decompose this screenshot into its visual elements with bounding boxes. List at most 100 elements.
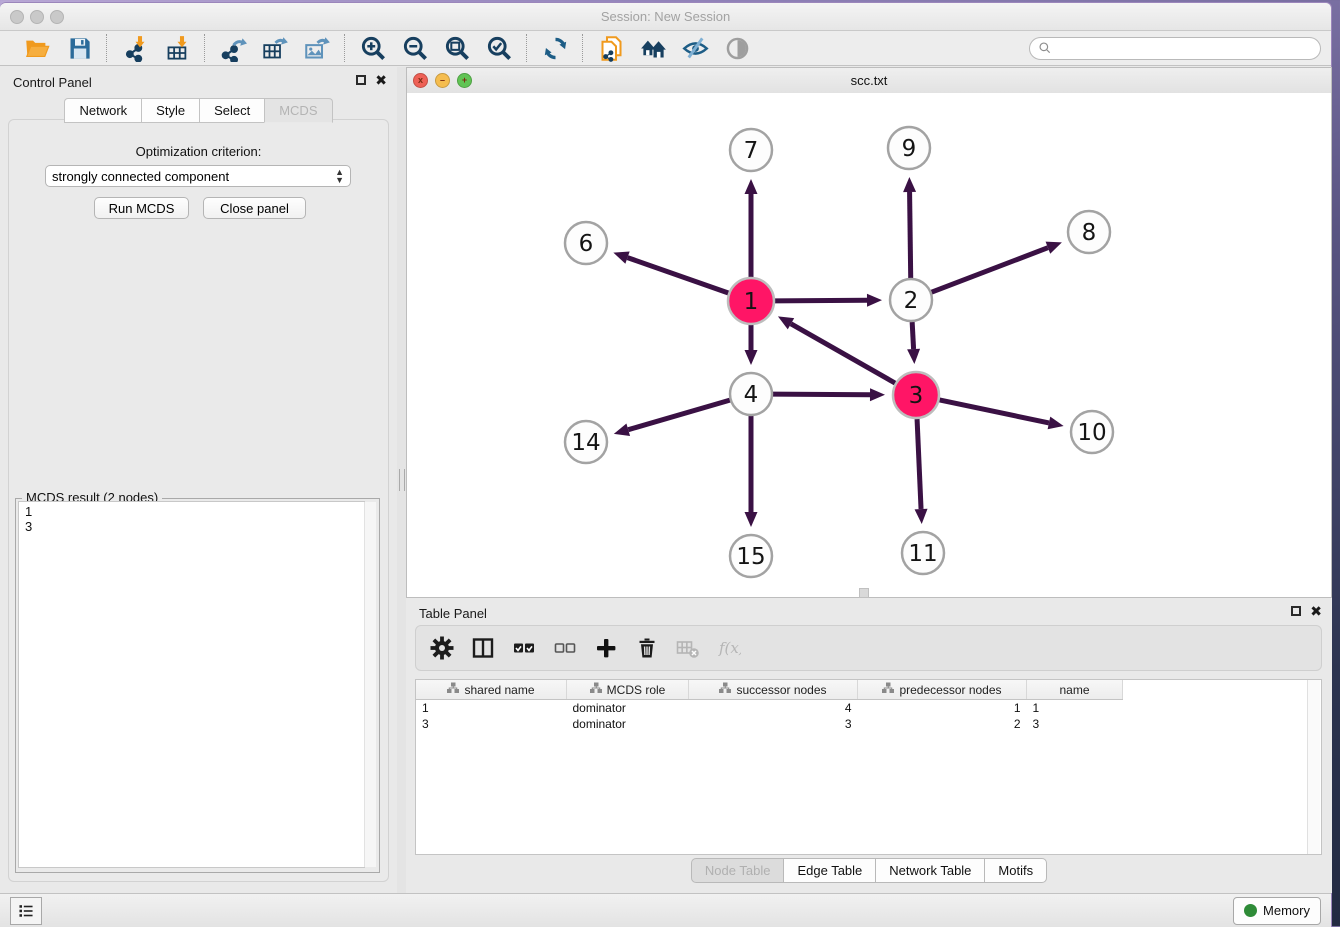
open-folder-icon[interactable] — [23, 34, 51, 62]
refresh-icon[interactable] — [541, 34, 569, 62]
mcds-panel: Optimization criterion: strongly connect… — [8, 119, 389, 882]
control-panel-tabs: NetworkStyleSelectMCDS — [0, 98, 397, 123]
trash-icon[interactable] — [635, 636, 659, 660]
tab-network[interactable]: Network — [64, 98, 141, 123]
export-image-icon[interactable] — [303, 34, 331, 62]
save-session-icon[interactable] — [65, 34, 93, 62]
graph-node-15[interactable]: 15 — [730, 535, 772, 577]
panel-splitter[interactable] — [397, 67, 406, 893]
app-window: Session: New Session Control Panel ✖ Net… — [0, 2, 1332, 927]
graph-node-3[interactable]: 3 — [893, 372, 939, 418]
graph-node-8[interactable]: 8 — [1068, 211, 1110, 253]
delete-table-icon — [676, 636, 700, 660]
table-cell[interactable]: dominator — [567, 716, 689, 732]
gear-icon[interactable] — [430, 636, 454, 660]
columns-icon[interactable] — [471, 636, 495, 660]
table-cell[interactable]: 1 — [1027, 700, 1123, 717]
svg-text:14: 14 — [571, 430, 600, 456]
table-row[interactable]: 3dominator323 — [416, 716, 1123, 732]
table-toolbar: f(x) — [415, 625, 1322, 671]
graph-node-2[interactable]: 2 — [890, 279, 932, 321]
network-titlebar: x–+ scc.txt — [407, 68, 1331, 94]
svg-text:4: 4 — [744, 382, 759, 408]
tab-node-table[interactable]: Node Table — [691, 858, 784, 883]
tab-select[interactable]: Select — [199, 98, 264, 123]
control-panel-float-icon[interactable] — [356, 75, 366, 85]
tab-mcds[interactable]: MCDS — [264, 98, 332, 123]
table-panel-close-icon[interactable]: ✖ — [1310, 606, 1322, 616]
table-tabs: Node TableEdge TableNetwork TableMotifs — [406, 858, 1332, 883]
optimization-criterion-label: Optimization criterion: — [9, 144, 388, 159]
table-cell[interactable]: 2 — [858, 716, 1027, 732]
optimization-criterion-select[interactable]: strongly connected component ▲▼ — [45, 165, 351, 187]
column-header[interactable]: MCDS role — [567, 680, 689, 700]
table-cell[interactable]: 3 — [416, 716, 567, 732]
column-header[interactable]: name — [1027, 680, 1123, 700]
table-cell[interactable]: 1 — [858, 700, 1027, 717]
svg-text:f(x): f(x) — [718, 639, 741, 657]
graph-node-7[interactable]: 7 — [730, 129, 772, 171]
graph-node-9[interactable]: 9 — [888, 127, 930, 169]
function-icon: f(x) — [717, 636, 741, 660]
svg-text:10: 10 — [1077, 420, 1106, 446]
zoom-in-icon[interactable] — [359, 34, 387, 62]
table-panel: Table Panel ✖ f(x) shared nameMCDS roles… — [406, 598, 1332, 893]
task-history-button[interactable] — [10, 897, 42, 925]
table-panel-float-icon[interactable] — [1291, 606, 1301, 616]
select-spinner-icon: ▲▼ — [335, 168, 344, 184]
tab-network-table[interactable]: Network Table — [875, 858, 984, 883]
import-table-icon[interactable] — [163, 34, 191, 62]
table-cell[interactable]: 1 — [416, 700, 567, 717]
houses-icon[interactable] — [639, 34, 667, 62]
mcds-result-scrollbar[interactable] — [364, 502, 376, 867]
search-input[interactable] — [1057, 40, 1312, 56]
column-tree-icon — [590, 682, 602, 697]
graph-node-10[interactable]: 10 — [1071, 411, 1113, 453]
svg-text:9: 9 — [902, 136, 917, 162]
graph-node-14[interactable]: 14 — [565, 421, 607, 463]
table-cell[interactable]: 4 — [689, 700, 858, 717]
clone-network-icon[interactable] — [597, 34, 625, 62]
node-table: shared nameMCDS rolesuccessor nodesprede… — [415, 679, 1322, 855]
svg-text:3: 3 — [909, 383, 924, 409]
network-canvas[interactable]: 7 9 6 8 1 2 4 3 14 10 15 11 — [407, 93, 1331, 597]
tab-motifs[interactable]: Motifs — [984, 858, 1047, 883]
table-scrollbar[interactable] — [1307, 680, 1320, 854]
graph-node-1[interactable]: 1 — [728, 278, 774, 324]
close-panel-button[interactable]: Close panel — [203, 197, 306, 219]
import-network-icon[interactable] — [121, 34, 149, 62]
canvas-resize-nub[interactable] — [859, 588, 869, 598]
deselect-all-icon[interactable] — [553, 636, 577, 660]
export-network-icon[interactable] — [219, 34, 247, 62]
zoom-out-icon[interactable] — [401, 34, 429, 62]
memory-button[interactable]: Memory — [1233, 897, 1321, 925]
zoom-selected-icon[interactable] — [485, 34, 513, 62]
svg-text:1: 1 — [744, 289, 759, 315]
table-row[interactable]: 1dominator411 — [416, 700, 1123, 717]
column-header[interactable]: successor nodes — [689, 680, 858, 700]
eye-slash-icon[interactable] — [681, 34, 709, 62]
run-mcds-button[interactable]: Run MCDS — [94, 197, 189, 219]
column-header[interactable]: predecessor nodes — [858, 680, 1027, 700]
column-header[interactable]: shared name — [416, 680, 567, 700]
graph-node-11[interactable]: 11 — [902, 532, 944, 574]
zoom-fit-icon[interactable] — [443, 34, 471, 62]
graph-node-4[interactable]: 4 — [730, 373, 772, 415]
mcds-result-text[interactable]: 1 3 — [18, 501, 365, 868]
list-icon — [17, 903, 35, 919]
tab-edge-table[interactable]: Edge Table — [783, 858, 875, 883]
table-cell[interactable]: 3 — [689, 716, 858, 732]
node-table-head: shared nameMCDS rolesuccessor nodesprede… — [416, 680, 1123, 700]
add-row-icon[interactable] — [594, 636, 618, 660]
select-all-icon[interactable] — [512, 636, 536, 660]
graph-node-6[interactable]: 6 — [565, 222, 607, 264]
column-tree-icon — [882, 682, 894, 697]
search-box[interactable] — [1029, 37, 1321, 60]
table-cell[interactable]: dominator — [567, 700, 689, 717]
table-cell[interactable]: 3 — [1027, 716, 1123, 732]
splitter-grip[interactable] — [399, 469, 405, 491]
svg-text:6: 6 — [579, 231, 594, 257]
export-table-icon[interactable] — [261, 34, 289, 62]
control-panel-close-icon[interactable]: ✖ — [375, 75, 387, 85]
tab-style[interactable]: Style — [141, 98, 199, 123]
